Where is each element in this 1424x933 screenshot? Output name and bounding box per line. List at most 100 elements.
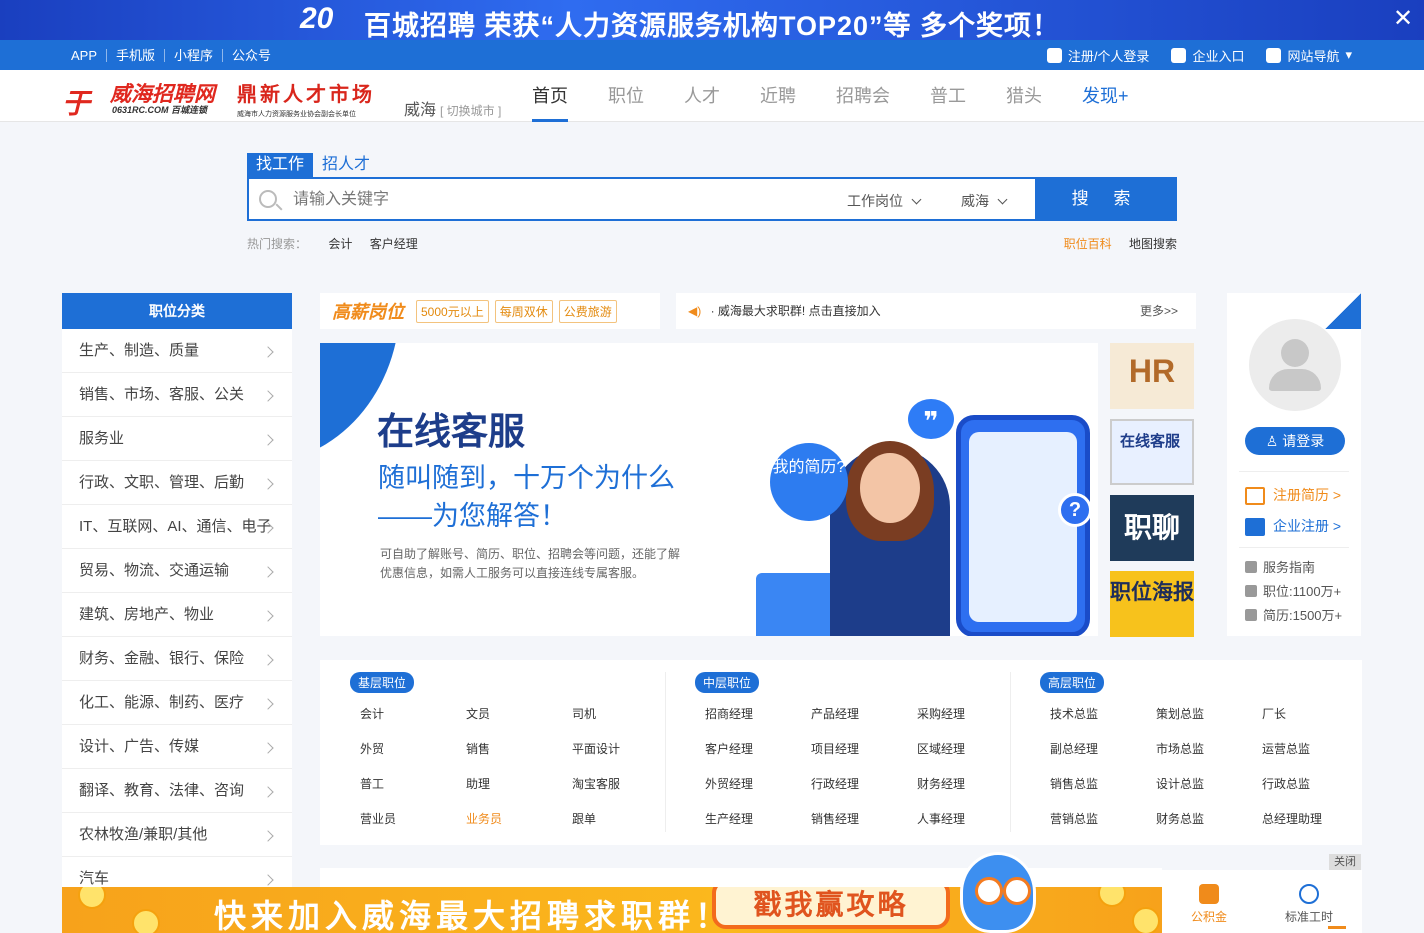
map-search-link[interactable]: 地图搜索 — [1129, 237, 1177, 251]
hot-keyword[interactable]: 会计 — [328, 237, 352, 251]
standard-hours-label: 标准工时 — [1284, 910, 1333, 924]
job-link[interactable]: 营销总监 — [1050, 802, 1156, 837]
job-link[interactable]: 产品经理 — [811, 697, 917, 732]
company-entry-link[interactable]: 企业入口 — [1171, 46, 1244, 65]
hero-carousel[interactable]: 在线客服 随叫随到，十万个为什么 ——为您解答！ 可自助了解账号、简历、职位、招聘… — [320, 343, 1098, 636]
job-link[interactable]: 文员 — [466, 697, 572, 732]
job-link[interactable]: 客户经理 — [705, 732, 811, 767]
job-link[interactable]: 市场总监 — [1156, 732, 1262, 767]
category-item[interactable]: 生产、制造、质量 — [62, 329, 292, 373]
city-switcher[interactable]: 威海[ 切换城市 ] — [404, 96, 501, 120]
salary-tag[interactable]: 5000元以上 — [416, 299, 489, 323]
job-type-select[interactable]: 工作岗位 — [847, 191, 920, 211]
job-link[interactable]: 生产经理 — [705, 802, 811, 837]
category-item[interactable]: 行政、文职、管理、后勤 — [62, 461, 292, 505]
job-link[interactable]: 厂长 — [1262, 697, 1368, 732]
nav-recent[interactable]: 近聘 — [760, 70, 796, 122]
category-item[interactable]: 汽车 — [62, 857, 292, 887]
job-link[interactable]: 财务经理 — [917, 767, 1023, 802]
category-item[interactable]: 设计、广告、传媒 — [62, 725, 292, 769]
close-icon[interactable]: ✕ — [1390, 6, 1416, 32]
category-item[interactable]: 销售、市场、客服、公关 — [62, 373, 292, 417]
nav-jobs[interactable]: 职位 — [608, 70, 644, 122]
thumb-online-service[interactable]: 在线客服 — [1110, 419, 1194, 485]
search-input[interactable] — [293, 187, 813, 213]
nav-worker[interactable]: 普工 — [930, 70, 966, 122]
job-link[interactable]: 设计总监 — [1156, 767, 1262, 802]
category-item[interactable]: 翻译、教育、法律、咨询 — [62, 769, 292, 813]
job-link[interactable]: 行政经理 — [811, 767, 917, 802]
category-item[interactable]: IT、互联网、AI、通信、电子 — [62, 505, 292, 549]
job-link[interactable]: 财务总监 — [1156, 802, 1262, 837]
nav-discover[interactable]: 发现+ — [1082, 70, 1129, 122]
app-link[interactable]: APP — [62, 48, 108, 62]
nav-home[interactable]: 首页 — [532, 70, 568, 122]
mobile-link[interactable]: 手机版 — [107, 48, 166, 62]
job-link[interactable]: 普工 — [360, 767, 466, 802]
city-select[interactable]: 威海 — [961, 191, 1006, 211]
job-link[interactable]: 人事经理 — [917, 802, 1023, 837]
nav-headhunter[interactable]: 猎头 — [1006, 70, 1042, 122]
job-link[interactable]: 外贸 — [360, 732, 466, 767]
job-link[interactable]: 总经理助理 — [1262, 802, 1368, 837]
notice-more-link[interactable]: 更多>> — [1140, 293, 1178, 329]
job-link[interactable]: 跟单 — [572, 802, 678, 837]
login-button[interactable]: ♙ 请登录 — [1245, 427, 1345, 455]
job-link[interactable]: 业务员 — [466, 802, 572, 837]
job-link[interactable]: 营业员 — [360, 802, 466, 837]
category-item[interactable]: 建筑、房地产、物业 — [62, 593, 292, 637]
thumb-job-poster[interactable]: 职位海报 — [1110, 571, 1194, 637]
high-salary-logo[interactable]: 高薪岗位 — [332, 298, 404, 324]
job-link[interactable]: 销售总监 — [1050, 767, 1156, 802]
register-company-link[interactable]: 企业注册 > — [1245, 516, 1341, 537]
job-link[interactable]: 行政总监 — [1262, 767, 1368, 802]
miniprogram-link[interactable]: 小程序 — [165, 48, 224, 62]
thumb-chat[interactable]: 职聊 — [1110, 495, 1194, 561]
close-bottom-banner-button[interactable]: 关闭 — [1329, 854, 1361, 870]
job-link[interactable]: 项目经理 — [811, 732, 917, 767]
job-link[interactable]: 销售 — [466, 732, 572, 767]
job-link[interactable]: 会计 — [360, 697, 466, 732]
job-link[interactable]: 采购经理 — [917, 697, 1023, 732]
job-link[interactable]: 招商经理 — [705, 697, 811, 732]
job-link[interactable]: 副总经理 — [1050, 732, 1156, 767]
site-logo[interactable]: 于 威海招聘网 0631RC.COM 百城连锁 — [62, 78, 227, 119]
category-item[interactable]: 财务、金融、银行、保险 — [62, 637, 292, 681]
standard-hours-link[interactable]: 标准工时 — [1285, 884, 1333, 933]
nav-jobfair[interactable]: 招聘会 — [836, 70, 890, 122]
hot-keyword[interactable]: 客户经理 — [370, 237, 418, 251]
nav-talent[interactable]: 人才 — [684, 70, 720, 122]
job-link[interactable]: 外贸经理 — [705, 767, 811, 802]
site-nav-dropdown[interactable]: 网站导航 ▾ — [1266, 46, 1352, 65]
service-guide-link[interactable]: 服务指南 — [1245, 557, 1315, 576]
register-login-link[interactable]: 注册/个人登录 — [1046, 46, 1149, 65]
bottom-banner-button[interactable]: 戳我赢攻略 — [712, 887, 950, 929]
category-item[interactable]: 农林牧渔/兼职/其他 — [62, 813, 292, 857]
search-button[interactable]: 搜 索 — [1035, 177, 1177, 221]
job-link[interactable]: 运营总监 — [1262, 732, 1368, 767]
job-link[interactable]: 策划总监 — [1156, 697, 1262, 732]
salary-tag[interactable]: 公费旅游 — [558, 299, 617, 323]
housing-fund-link[interactable]: 公积金 — [1191, 884, 1227, 933]
job-link[interactable]: 平面设计 — [572, 732, 678, 767]
switch-city-link[interactable]: [ 切换城市 ] — [440, 104, 501, 118]
job-link[interactable]: 技术总监 — [1050, 697, 1156, 732]
category-item[interactable]: 贸易、物流、交通运输 — [62, 549, 292, 593]
job-link[interactable]: 淘宝客服 — [572, 767, 678, 802]
qrcode-icon[interactable] — [1325, 293, 1361, 329]
job-link[interactable]: 销售经理 — [811, 802, 917, 837]
register-resume-link[interactable]: 注册简历 > — [1245, 485, 1341, 506]
job-link[interactable]: 司机 — [572, 697, 678, 732]
category-item[interactable]: 服务业 — [62, 417, 292, 461]
tab-find-talent[interactable]: 招人才 — [313, 153, 379, 177]
job-link[interactable]: 助理 — [466, 767, 572, 802]
salary-tag[interactable]: 每周双休 — [494, 299, 553, 323]
notice-text[interactable]: · 威海最大求职群! 点击直接加入 — [711, 304, 881, 318]
wechat-link[interactable]: 公众号 — [223, 49, 280, 62]
job-wiki-link[interactable]: 职位百科 — [1064, 237, 1112, 251]
thumb-hr[interactable]: HR — [1110, 343, 1194, 409]
top-ad-banner[interactable]: 20 百城招聘 荣获“人力资源服务机构TOP20”等 多个奖项！ ✕ — [0, 0, 1424, 40]
category-item[interactable]: 化工、能源、制药、医疗 — [62, 681, 292, 725]
job-link[interactable]: 区域经理 — [917, 732, 1023, 767]
tab-find-job[interactable]: 找工作 — [247, 153, 314, 177]
